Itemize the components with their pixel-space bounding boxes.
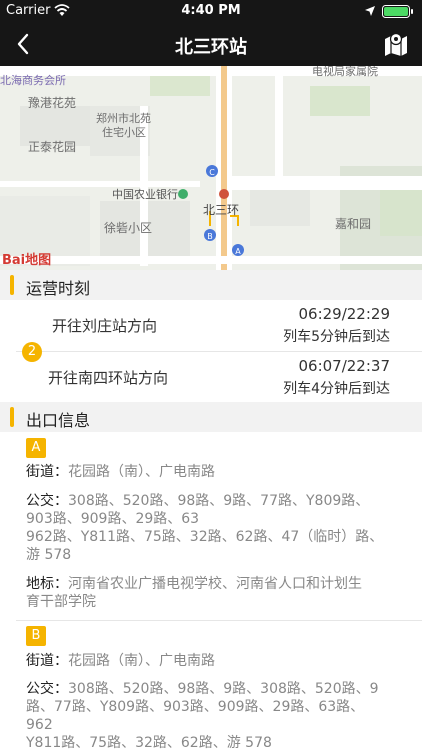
map-road: [275, 66, 283, 176]
map-label: 郑州市北苑: [96, 111, 151, 125]
map-canvas: C B A 北海商务会所 豫港花苑 正泰花园 郑州市北苑 住宅小区 电视局家属院…: [0, 66, 422, 270]
nav-bar: 北三环站: [0, 22, 422, 66]
map-label: 住宅小区: [102, 125, 146, 139]
bus-line: 308路、520路、98路、9路、77路、Y809路、: [68, 493, 370, 509]
map-label: 徐砦小区: [104, 220, 152, 235]
schedule-section-header: 运营时刻: [0, 270, 422, 300]
landmark-value: 育干部学院: [26, 594, 96, 610]
schedule-direction: 开往刘庄站方向: [52, 317, 158, 335]
map-road: [0, 181, 200, 187]
street-value: 花园路（南）、广电南路: [68, 653, 215, 669]
battery-icon: [382, 5, 413, 18]
section-accent-bar: [10, 275, 14, 295]
bank-icon: [178, 189, 188, 199]
schedule-direction: 开往南四环站方向: [48, 369, 169, 387]
bus-line: 308路、520路、98路、9路、308路、520路、9: [68, 681, 379, 697]
bus-key: 公交：: [26, 493, 68, 509]
schedule-hours: 06:29/22:29: [298, 305, 390, 323]
exit-marker-label: C: [209, 168, 215, 177]
bus-line: 962: [26, 717, 53, 733]
bus-line: 路、77路、Y809路、903路、909路、29路、63路、: [26, 699, 365, 715]
location-arrow-icon: [365, 6, 375, 16]
schedule-hours: 06:07/22:37: [298, 357, 390, 375]
map-label: 北海商务会所: [0, 73, 66, 87]
map-label: 正泰花园: [28, 139, 76, 154]
line-number-badge: 2: [22, 342, 42, 362]
schedule-next-train: 列车4分钟后到达: [283, 381, 390, 397]
map-label: 中国农业银行: [112, 187, 178, 201]
bus-line: 游 578: [26, 547, 72, 563]
street-key: 街道：: [26, 464, 68, 480]
station-marker: [219, 189, 229, 199]
station-map[interactable]: C B A 北海商务会所 豫港花苑 正泰花园 郑州市北苑 住宅小区 电视局家属院…: [0, 66, 422, 270]
map-label: 豫港花苑: [28, 95, 76, 110]
landmark-key: 地标：: [26, 576, 68, 592]
schedule-next-train: 列车5分钟后到达: [283, 329, 390, 345]
exit-a-landmark: 地标：河南省农业广播电视学校、河南省人口和计划生 育干部学院: [26, 575, 406, 611]
exit-a-street: 街道：花园路（南）、广电南路: [26, 463, 406, 481]
schedule-row: 开往刘庄站方向 06:29/22:29 列车5分钟后到达: [0, 300, 422, 350]
map-label: 电视局家属院: [312, 66, 378, 78]
park-block: [310, 86, 370, 116]
bus-key: 公交：: [26, 681, 68, 697]
map-label: 北三环: [203, 203, 239, 217]
metro-line: [221, 66, 227, 270]
exit-b-badge: B: [26, 626, 46, 646]
map-label: 嘉和园: [335, 217, 371, 231]
exit-b-bus: 公交：308路、520路、98路、9路、308路、520路、9 路、77路、Y8…: [26, 680, 406, 750]
exit-section-header: 出口信息: [0, 402, 422, 432]
exit-a-badge: A: [26, 438, 46, 458]
exit-b-street: 街道：花园路（南）、广电南路: [26, 652, 406, 670]
page-title: 北三环站: [175, 37, 247, 58]
status-bar: Carrier 4:40 PM: [0, 0, 422, 22]
map-road: [0, 256, 422, 264]
street-key: 街道：: [26, 653, 68, 669]
bus-line: Y811路、75路、32路、62路、游 578: [26, 735, 272, 750]
schedule-section-title: 运营时刻: [26, 279, 91, 298]
street-value: 花园路（南）、广电南路: [68, 464, 215, 480]
exit-a-bus: 公交：308路、520路、98路、9路、77路、Y809路、 903路、909路…: [26, 492, 406, 564]
exit-marker-label: A: [235, 247, 241, 256]
bus-line: 903路、909路、29路、63: [26, 511, 200, 527]
app-header: Carrier 4:40 PM 北三环站: [0, 0, 422, 66]
exit-marker-label: B: [207, 232, 213, 241]
map-view-icon[interactable]: [382, 30, 410, 58]
map-road: [232, 176, 422, 190]
schedule-row: 开往南四环站方向 06:07/22:37 列车4分钟后到达: [0, 352, 422, 402]
exit-divider: [16, 620, 422, 621]
exit-section-title: 出口信息: [26, 411, 91, 430]
landmark-value: 河南省农业广播电视学校、河南省人口和计划生: [68, 576, 362, 592]
bus-line: 962路、Y811路、75路、32路、62路、47（临时）路、: [26, 529, 384, 545]
map-logo: Bai地图: [2, 252, 51, 268]
clock: 4:40 PM: [181, 3, 241, 18]
section-accent-bar: [10, 407, 14, 427]
